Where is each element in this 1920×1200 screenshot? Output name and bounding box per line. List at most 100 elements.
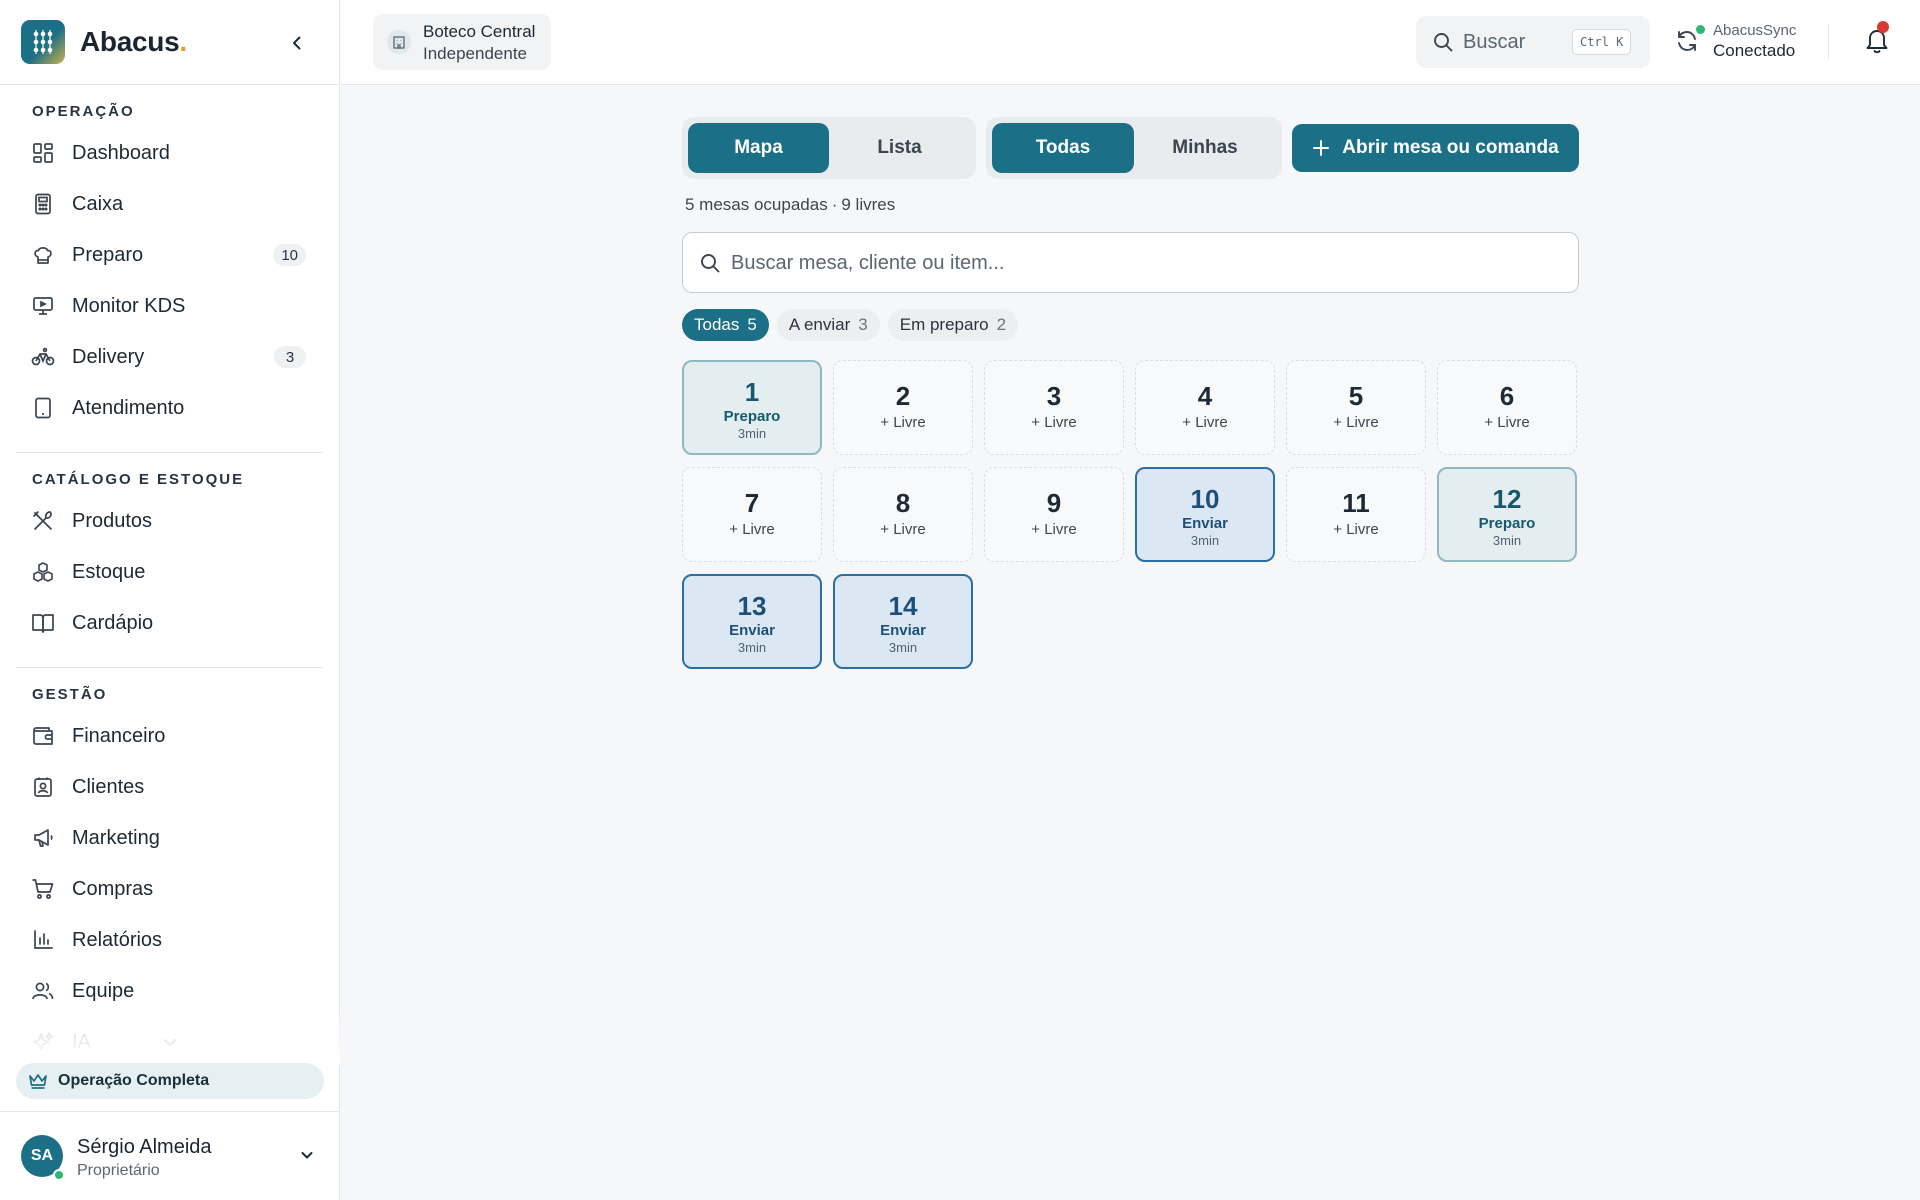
search-icon	[1432, 31, 1454, 53]
sync-status[interactable]: AbacusSync Conectado	[1674, 20, 1814, 64]
sidebar-item-dashboard[interactable]: Dashboard	[16, 131, 324, 175]
table-tile-12[interactable]: 12 Preparo 3min	[1437, 467, 1577, 562]
sidebar-item-cardapio[interactable]: Cardápio	[16, 601, 324, 645]
sidebar-item-preparo[interactable]: Preparo 10	[16, 233, 324, 277]
sidebar-item-produtos[interactable]: Produtos	[16, 499, 324, 543]
crown-icon	[28, 1072, 48, 1090]
table-status: + Livre	[1031, 414, 1077, 431]
table-status: + Livre	[1182, 414, 1228, 431]
filter-count: 3	[858, 315, 868, 334]
chevron-left-icon	[293, 36, 301, 50]
tab-minhas[interactable]: Minhas	[1134, 123, 1276, 173]
users-icon	[30, 978, 56, 1004]
table-number: 4	[1197, 381, 1213, 411]
sidebar-item-estoque[interactable]: Estoque	[16, 550, 324, 594]
sidebar-item-clientes[interactable]: Clientes	[16, 765, 324, 809]
table-tile-4[interactable]: 4 + Livre	[1135, 360, 1275, 455]
utensils-icon	[30, 508, 56, 534]
sidebar-item-compras[interactable]: Compras	[16, 867, 324, 911]
table-tile-9[interactable]: 9 + Livre	[984, 467, 1124, 562]
sidebar-item-ia[interactable]: IA	[16, 1020, 324, 1061]
scope-toggle: Todas Minhas	[986, 117, 1282, 179]
sidebar-item-caixa[interactable]: Caixa	[16, 182, 324, 226]
sidebar-item-label: Caixa	[72, 192, 124, 215]
tab-lista[interactable]: Lista	[829, 123, 970, 173]
table-tile-5[interactable]: 5 + Livre	[1286, 360, 1426, 455]
open-table-button[interactable]: Abrir mesa ou comanda	[1292, 124, 1579, 172]
table-tile-11[interactable]: 11 + Livre	[1286, 467, 1426, 562]
table-search-input[interactable]	[731, 245, 1561, 281]
sidebar-item-label: Atendimento	[72, 396, 185, 419]
free-count: 9 livres	[841, 195, 896, 214]
sidebar-item-relatorios[interactable]: Relatórios	[16, 918, 324, 962]
store-name: Boteco Central	[423, 22, 536, 41]
table-tile-1[interactable]: 1 Preparo 3min	[682, 360, 822, 455]
table-status: Preparo	[1478, 515, 1536, 532]
table-status: + Livre	[729, 521, 775, 538]
sidebar-item-equipe[interactable]: Equipe	[16, 969, 324, 1013]
filter-todas[interactable]: Todas 5	[682, 309, 769, 341]
store-type: Independente	[423, 44, 527, 63]
global-search-button[interactable]: Buscar Ctrl K	[1416, 16, 1650, 68]
wallet-icon	[30, 723, 56, 749]
sidebar-item-label: Marketing	[72, 826, 160, 849]
table-number: 12	[1492, 484, 1522, 514]
topbar-divider	[1828, 24, 1829, 60]
table-status: + Livre	[880, 521, 926, 538]
sidebar-nav: OPERAÇÃO Dashboard Caixa Preparo 10 Moni…	[0, 86, 340, 1061]
filter-a-enviar[interactable]: A enviar 3	[776, 309, 880, 341]
table-status: Enviar	[880, 622, 926, 639]
sidebar-item-financeiro[interactable]: Financeiro	[16, 714, 324, 758]
summary-separator: ·	[831, 195, 838, 214]
table-tile-10[interactable]: 10 Enviar 3min	[1135, 467, 1275, 562]
tab-todas[interactable]: Todas	[992, 123, 1134, 173]
table-time: 3min	[737, 640, 767, 655]
table-tile-7[interactable]: 7 + Livre	[682, 467, 822, 562]
table-tile-13[interactable]: 13 Enviar 3min	[682, 574, 822, 669]
store-selector[interactable]: Boteco Central Independente	[373, 14, 551, 70]
table-search	[682, 232, 1579, 293]
table-number: 2	[895, 381, 911, 411]
filter-em-preparo[interactable]: Em preparo 2	[887, 309, 1019, 341]
book-icon	[30, 610, 56, 636]
open-table-label: Abrir mesa ou comanda	[1342, 137, 1559, 158]
user-role: Proprietário	[77, 1162, 160, 1179]
sidebar-item-marketing[interactable]: Marketing	[16, 816, 324, 860]
sidebar-item-delivery[interactable]: Delivery 3	[16, 335, 324, 379]
table-status: + Livre	[1031, 521, 1077, 538]
table-tile-6[interactable]: 6 + Livre	[1437, 360, 1577, 455]
tablet-icon	[30, 395, 56, 421]
brand-dot: .	[179, 26, 187, 57]
view-toggle: Mapa Lista	[682, 117, 976, 179]
table-tile-3[interactable]: 3 + Livre	[984, 360, 1124, 455]
sidebar-item-atendimento[interactable]: Atendimento	[16, 386, 324, 430]
contact-icon	[30, 774, 56, 800]
preparo-count-badge: 10	[273, 244, 306, 266]
sidebar-divider	[16, 452, 324, 453]
collapse-sidebar-button[interactable]	[284, 30, 310, 56]
table-number: 8	[895, 488, 911, 518]
table-tile-14[interactable]: 14 Enviar 3min	[833, 574, 973, 669]
tab-mapa[interactable]: Mapa	[688, 123, 829, 173]
filter-label: A enviar	[788, 315, 851, 334]
sidebar-item-label: Relatórios	[72, 928, 163, 951]
filter-count: 2	[996, 315, 1007, 334]
boxes-icon	[30, 559, 56, 585]
plan-badge[interactable]: Operação Completa	[16, 1063, 324, 1099]
table-tile-8[interactable]: 8 + Livre	[833, 467, 973, 562]
table-number: 11	[1342, 488, 1370, 518]
sidebar-item-monitor-kds[interactable]: Monitor KDS	[16, 284, 324, 328]
table-number: 5	[1348, 381, 1364, 411]
table-tile-2[interactable]: 2 + Livre	[833, 360, 973, 455]
megaphone-icon	[30, 825, 56, 851]
table-number: 10	[1190, 484, 1220, 514]
sidebar-item-label: IA	[72, 1030, 91, 1053]
sidebar-item-label: Produtos	[72, 509, 153, 532]
user-menu[interactable]: SA Sérgio Almeida Proprietário	[0, 1111, 340, 1200]
sidebar-item-label: Delivery	[72, 345, 145, 368]
tables-summary: 5 mesas ocupadas · 9 livres	[685, 195, 895, 215]
table-status: + Livre	[1333, 521, 1379, 538]
sidebar-item-label: Compras	[72, 877, 154, 900]
chevron-down-icon	[298, 1146, 316, 1164]
section-title-operacao: OPERAÇÃO	[32, 103, 135, 120]
